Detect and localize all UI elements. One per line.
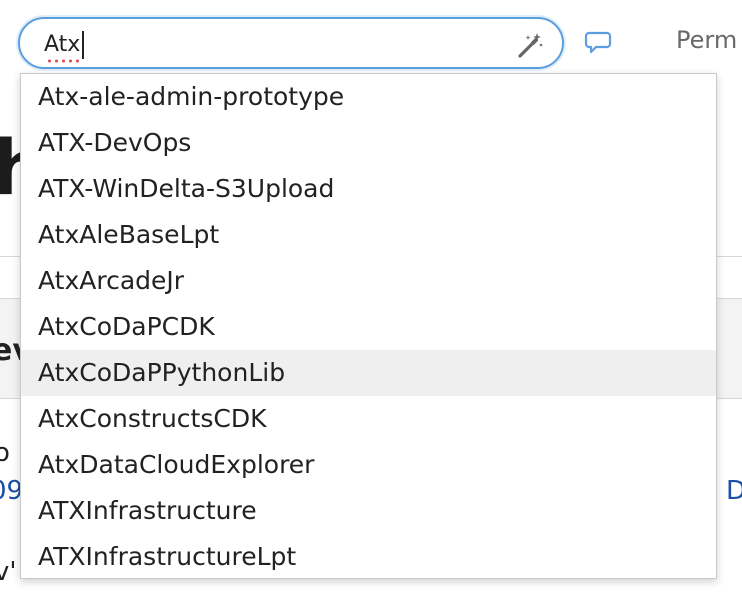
header-link-perm[interactable]: Perm: [676, 26, 737, 54]
body-text-fragment: v': [0, 557, 17, 587]
autocomplete-dropdown: Atx-ale-admin-prototype ATX-DevOps ATX-Win…: [20, 73, 717, 579]
search-box[interactable]: [18, 17, 564, 69]
search-input[interactable]: [44, 31, 494, 57]
suggestion-item[interactable]: AtxAleBaseLpt: [21, 212, 716, 258]
text-caret: [82, 31, 84, 59]
suggestion-item[interactable]: AtxArcadeJr: [21, 258, 716, 304]
suggestion-item[interactable]: ATXInfrastructure: [21, 488, 716, 534]
suggestion-item[interactable]: AtxConstructsCDK: [21, 396, 716, 442]
suggestion-item[interactable]: AtxCoDaPCDK: [21, 304, 716, 350]
body-text-fragment: o: [0, 438, 10, 468]
spellcheck-underline: [46, 59, 80, 63]
suggestion-item[interactable]: ATX-DevOps: [21, 120, 716, 166]
suggestion-item[interactable]: ATXInfrastructureLpt: [21, 534, 716, 580]
suggestion-item[interactable]: Atx-ale-admin-prototype: [21, 74, 716, 120]
suggestion-item[interactable]: AtxCoDaPPythonLib: [21, 350, 716, 396]
suggestion-item[interactable]: AtxDataCloudExplorer: [21, 442, 716, 488]
magic-wand-icon[interactable]: [516, 31, 544, 59]
speech-bubble-icon[interactable]: [584, 30, 612, 56]
suggestion-item[interactable]: ATX-WinDelta-S3Upload: [21, 166, 716, 212]
link-fragment[interactable]: D: [726, 476, 742, 506]
